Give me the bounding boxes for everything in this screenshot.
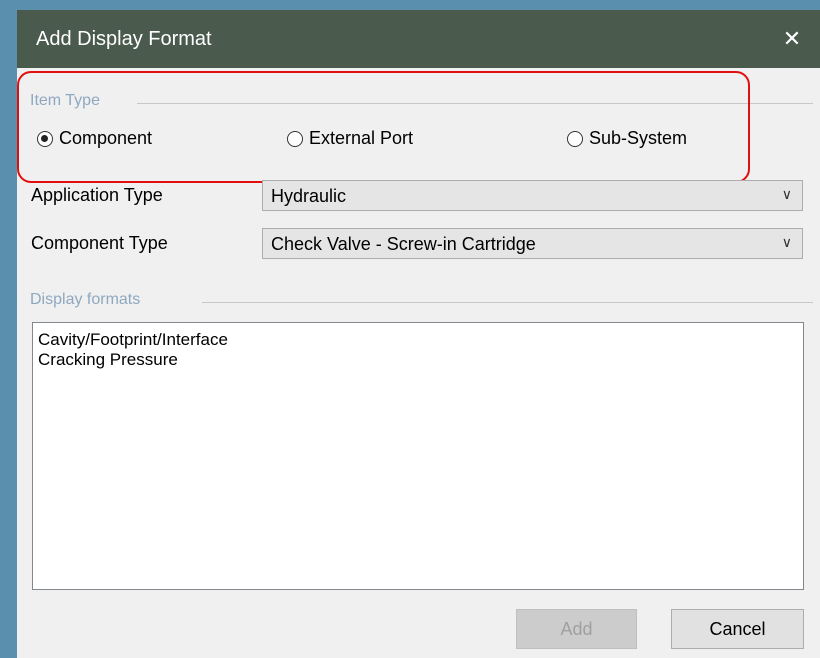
add-display-format-dialog: Add Display Format ✕ Item Type Component…: [17, 10, 820, 658]
display-formats-list[interactable]: Cavity/Footprint/Interface Cracking Pres…: [32, 322, 804, 590]
application-type-label: Application Type: [31, 185, 163, 205]
list-item[interactable]: Cavity/Footprint/Interface: [35, 330, 228, 350]
application-type-dropdown[interactable]: Hydraulic ∨: [262, 180, 803, 211]
item-type-highlight-box: [17, 71, 750, 183]
display-formats-group-line: [202, 302, 813, 303]
component-type-value: Check Valve - Screw-in Cartridge: [271, 234, 536, 254]
component-type-label: Component Type: [31, 233, 168, 253]
window-title: Add Display Format: [36, 28, 212, 50]
add-button[interactable]: Add: [516, 609, 637, 649]
component-type-dropdown[interactable]: Check Valve - Screw-in Cartridge ∨: [262, 228, 803, 259]
chevron-down-icon[interactable]: ∨: [782, 234, 792, 251]
application-type-value: Hydraulic: [271, 186, 347, 206]
display-formats-group-label: Display formats: [30, 291, 144, 309]
title-bar: Add Display Format ✕: [17, 10, 820, 68]
chevron-down-icon[interactable]: ∨: [782, 186, 792, 203]
cancel-button[interactable]: Cancel: [671, 609, 804, 649]
list-item[interactable]: Cracking Pressure: [35, 350, 228, 370]
close-icon[interactable]: ✕: [764, 10, 820, 68]
